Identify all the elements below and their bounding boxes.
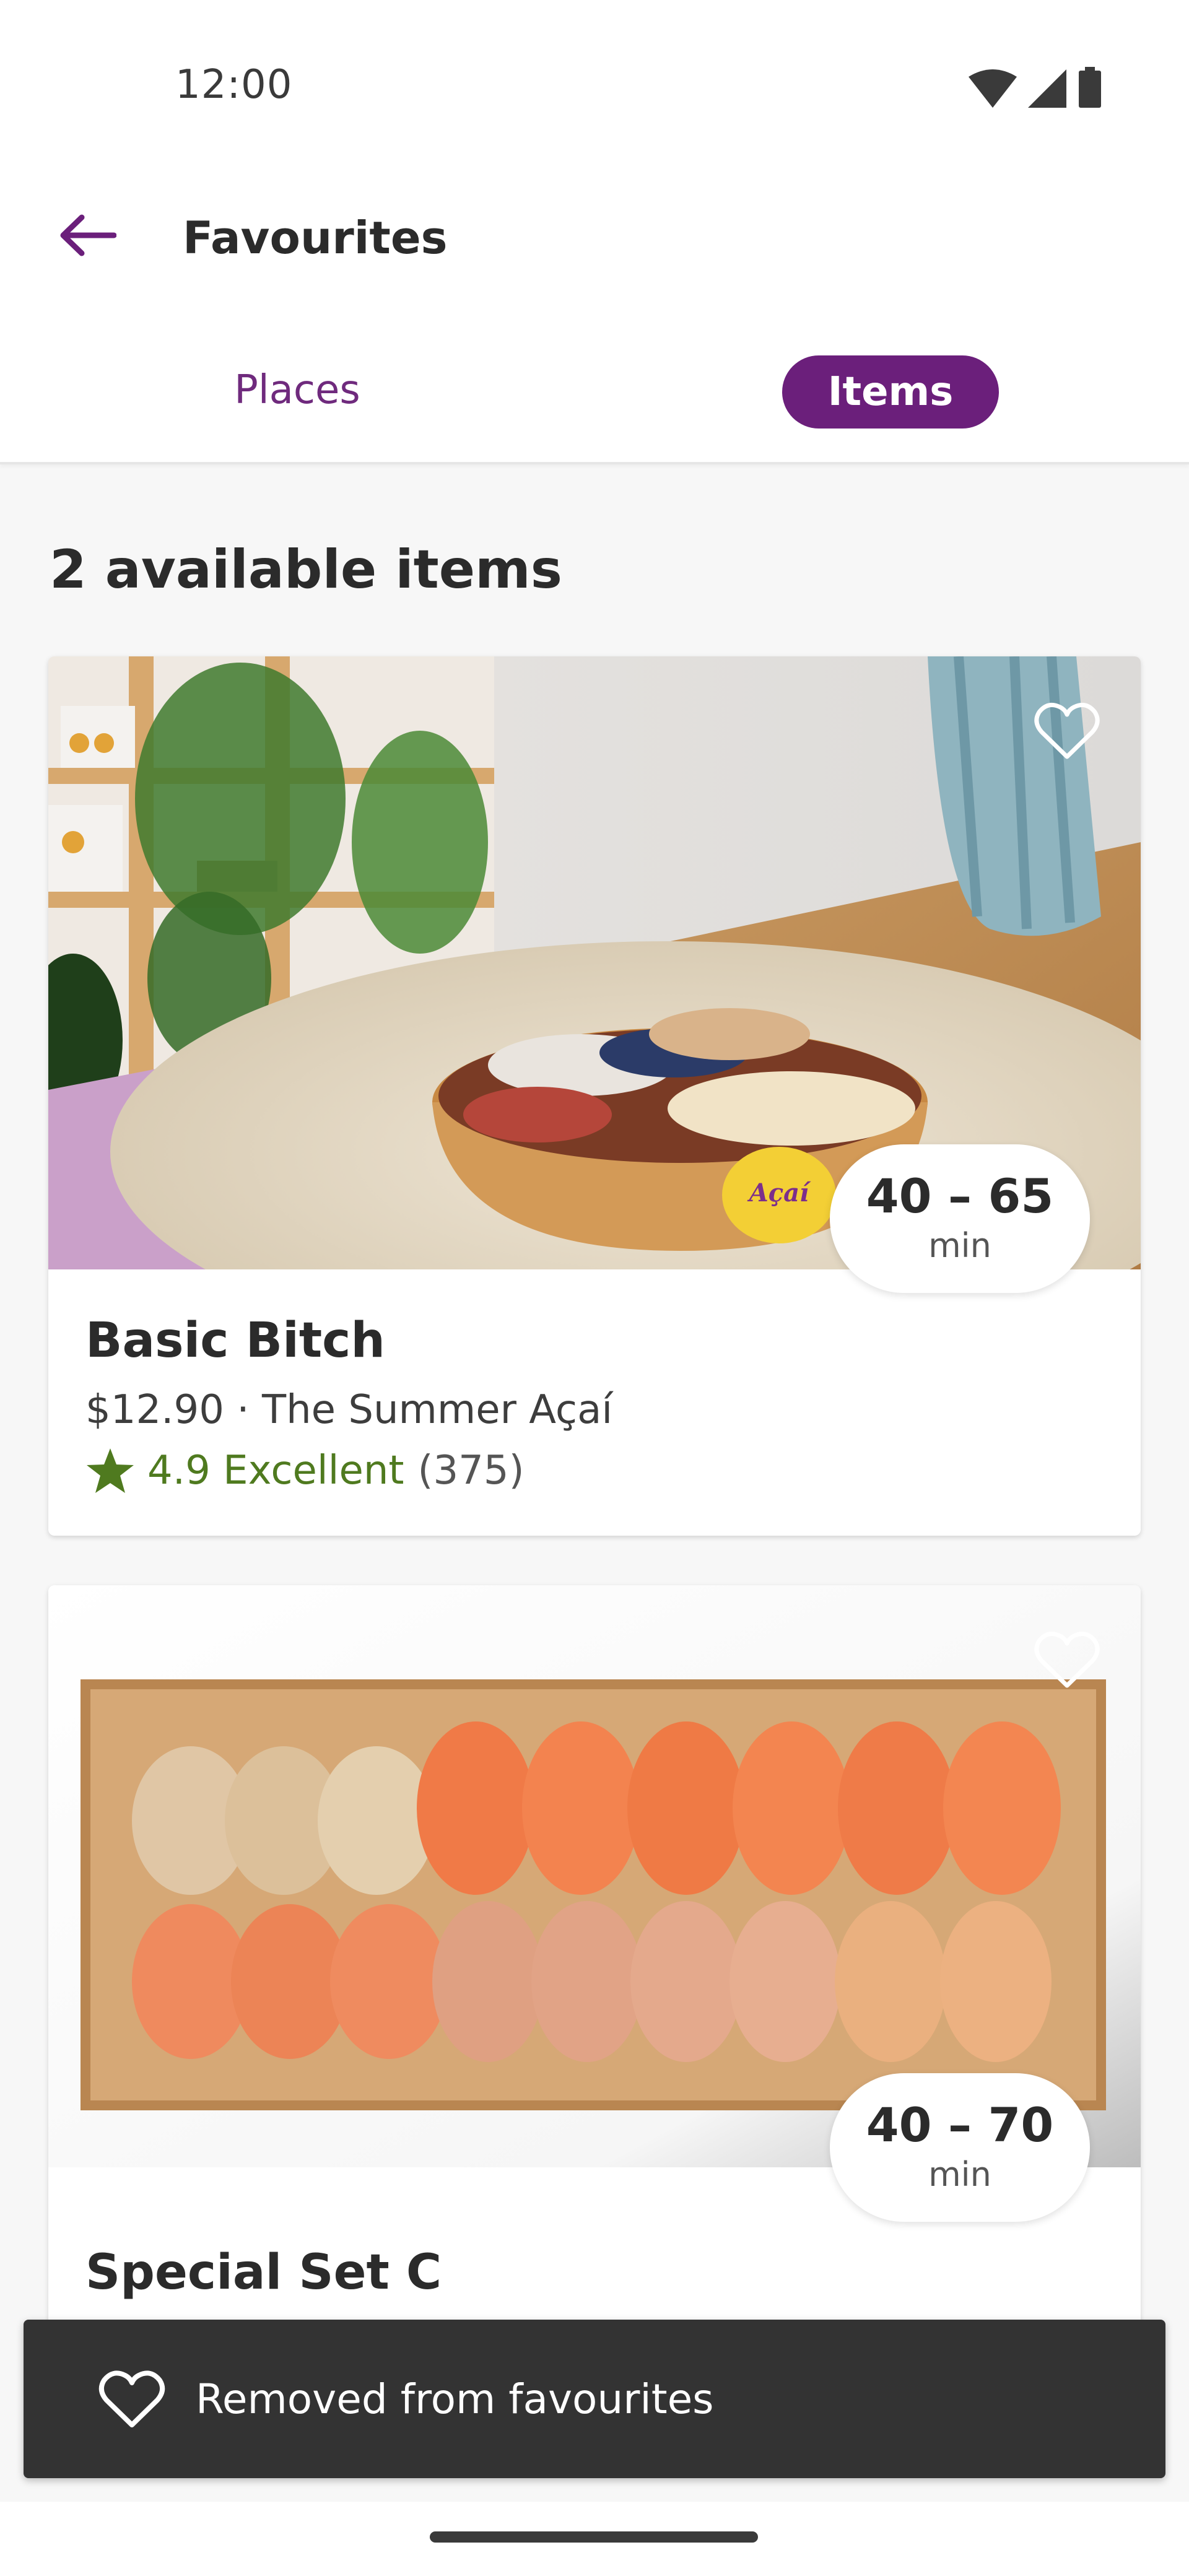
snackbar: Removed from favourites: [24, 2320, 1165, 2478]
page-title: Favourites: [183, 212, 448, 264]
item-price: $12.90: [85, 1387, 224, 1433]
item-card[interactable]: 40 – 70 min Special Set C: [48, 1585, 1141, 2378]
status-icons: [969, 67, 1102, 108]
battery-icon: [1079, 67, 1101, 108]
section-title: 2 available items: [50, 539, 562, 601]
delivery-eta: 40 – 65 min: [830, 1144, 1090, 1293]
tab-bar: Places Items: [0, 297, 1189, 464]
arrow-left-icon: [60, 214, 116, 256]
back-button[interactable]: [50, 204, 124, 266]
rating-value: 4.9 Excellent: [147, 1448, 404, 1494]
summer-acai-logo: Açaí: [747, 1178, 811, 1208]
item-name: Basic Bitch: [85, 1313, 385, 1368]
heart-outline-icon: [1034, 1631, 1100, 1688]
delivery-eta: 40 – 70 min: [830, 2073, 1090, 2222]
item-name: Special Set C: [85, 2245, 442, 2300]
item-rating: 4.9 Excellent (375): [85, 1446, 525, 1495]
item-venue: The Summer Açaí: [261, 1387, 613, 1433]
status-bar: 12:00: [0, 0, 1189, 173]
meta-separator: ·: [237, 1387, 250, 1433]
heart-outline-icon: [1034, 702, 1100, 759]
status-time: 12:00: [175, 62, 293, 108]
eta-unit: min: [928, 2154, 991, 2194]
star-icon: [87, 1448, 134, 1493]
system-nav-bar: [0, 2502, 1189, 2576]
snackbar-message: Removed from favourites: [196, 2375, 714, 2423]
app-bar: Favourites: [0, 173, 1189, 297]
signal-icon: [1028, 69, 1066, 108]
favourite-button[interactable]: [1033, 1629, 1101, 1690]
rating-count: (375): [417, 1448, 525, 1494]
favourite-button[interactable]: [1033, 700, 1101, 762]
item-meta: $12.90 · The Summer Açaí: [85, 1387, 612, 1433]
home-indicator[interactable]: [430, 2531, 758, 2543]
item-card[interactable]: Açaí 40 – 65 min Basic Bitch $12.90 · Th…: [48, 656, 1141, 1536]
tab-items[interactable]: Items: [782, 355, 999, 429]
wifi-icon: [969, 69, 1017, 108]
eta-unit: min: [928, 1225, 991, 1265]
eta-range: 40 – 70: [866, 2097, 1054, 2152]
heart-outline-icon: [98, 2370, 165, 2427]
eta-range: 40 – 65: [866, 1168, 1054, 1224]
tab-places[interactable]: Places: [180, 359, 415, 421]
